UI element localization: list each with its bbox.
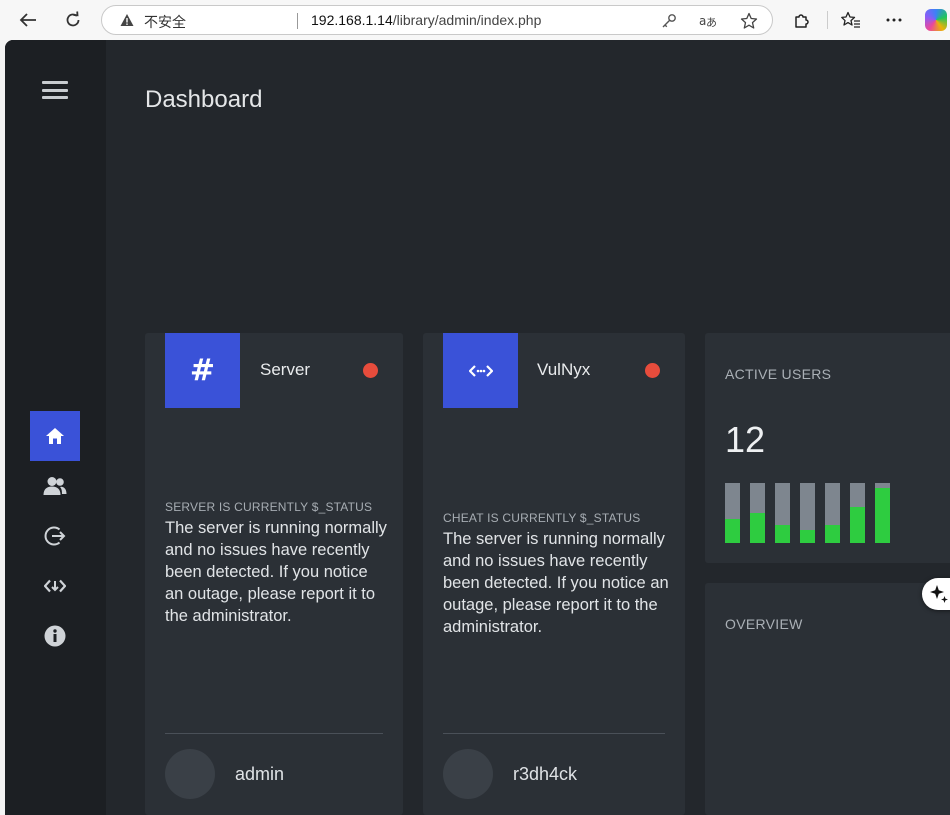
toolbar-divider bbox=[827, 11, 828, 29]
sidebar bbox=[5, 40, 106, 815]
warning-icon[interactable] bbox=[120, 13, 134, 27]
sidebar-item-users[interactable] bbox=[30, 461, 80, 511]
back-arrow-icon[interactable] bbox=[14, 6, 42, 34]
code-arrows-icon bbox=[443, 333, 518, 408]
card-status-caption: SERVER IS CURRENTLY $_STATUS bbox=[165, 500, 373, 514]
active-users-bar-chart bbox=[725, 483, 895, 543]
security-label[interactable]: 不安全 bbox=[144, 12, 186, 32]
activity-bar bbox=[875, 483, 890, 543]
card-divider bbox=[165, 733, 383, 734]
code-icon bbox=[44, 579, 66, 593]
page-title: Dashboard bbox=[145, 86, 263, 113]
activity-bar-fill bbox=[800, 530, 815, 543]
avatar bbox=[443, 749, 493, 799]
sparkle-icon bbox=[930, 585, 948, 603]
favorites-icon[interactable] bbox=[840, 9, 862, 31]
logout-icon bbox=[44, 526, 66, 546]
key-icon[interactable] bbox=[660, 12, 678, 30]
home-icon bbox=[46, 428, 64, 444]
active-users-card: ACTIVE USERS 12 bbox=[705, 333, 950, 563]
address-bar[interactable]: 不安全 192.168.1.14/library/admin/index.php… bbox=[101, 5, 773, 35]
server-card: # Server SERVER IS CURRENTLY $_STATUS Th… bbox=[145, 333, 403, 815]
activity-bar bbox=[725, 483, 740, 543]
card-title: VulNyx bbox=[537, 360, 591, 379]
url-host: 192.168.1.14 bbox=[311, 12, 393, 28]
sidebar-item-info[interactable] bbox=[30, 611, 80, 661]
sparkle-assistant-button[interactable] bbox=[922, 578, 950, 610]
browser-toolbar: 不安全 192.168.1.14/library/admin/index.php… bbox=[0, 0, 950, 40]
sidebar-item-logout[interactable] bbox=[30, 511, 80, 561]
activity-bar-fill bbox=[725, 519, 740, 543]
activity-bar-fill bbox=[750, 513, 765, 543]
avatar bbox=[165, 749, 215, 799]
card-divider bbox=[443, 733, 665, 734]
activity-bar-fill bbox=[875, 488, 890, 543]
activity-bar bbox=[825, 483, 840, 543]
sidebar-item-code[interactable] bbox=[30, 561, 80, 611]
activity-bar-fill bbox=[825, 525, 840, 543]
activity-bar bbox=[850, 483, 865, 543]
url-text[interactable]: 192.168.1.14/library/admin/index.php bbox=[311, 12, 541, 28]
extensions-icon[interactable] bbox=[791, 9, 813, 31]
card-description: The server is running normally and no is… bbox=[443, 530, 669, 636]
card-status-caption: CHEAT IS CURRENTLY $_STATUS bbox=[443, 511, 641, 525]
users-icon bbox=[43, 477, 67, 495]
vulnyx-card: VulNyx CHEAT IS CURRENTLY $_STATUS The s… bbox=[423, 333, 685, 815]
overview-title: OVERVIEW bbox=[725, 616, 803, 632]
active-users-title: ACTIVE USERS bbox=[725, 366, 832, 382]
activity-bar bbox=[750, 483, 765, 543]
favorite-star-icon[interactable] bbox=[740, 12, 758, 30]
svg-text:あ: あ bbox=[706, 16, 717, 29]
hash-icon-glyph: # bbox=[189, 353, 216, 388]
hash-icon: # bbox=[165, 333, 240, 408]
activity-bar bbox=[800, 483, 815, 543]
activity-bar-fill bbox=[775, 525, 790, 543]
copilot-icon[interactable] bbox=[925, 9, 947, 31]
hamburger-menu-icon[interactable] bbox=[42, 81, 68, 99]
activity-bar bbox=[775, 483, 790, 543]
status-dot bbox=[363, 363, 378, 378]
sidebar-item-home[interactable] bbox=[30, 411, 80, 461]
address-divider bbox=[297, 13, 298, 29]
reload-icon[interactable] bbox=[59, 6, 87, 34]
card-username: r3dh4ck bbox=[513, 764, 578, 784]
info-icon bbox=[44, 625, 66, 647]
card-description: The server is running normally and no is… bbox=[165, 519, 387, 625]
status-dot bbox=[645, 363, 660, 378]
card-username: admin bbox=[235, 764, 285, 784]
card-title: Server bbox=[260, 360, 311, 379]
active-users-count: 12 bbox=[725, 419, 766, 460]
activity-bar-fill bbox=[850, 507, 865, 543]
url-path: /library/admin/index.php bbox=[392, 12, 542, 28]
admin-app: Dashboard # Server SERVER IS CURRENTLY $… bbox=[5, 40, 950, 815]
more-options-icon[interactable] bbox=[883, 9, 905, 31]
overview-card: OVERVIEW bbox=[705, 583, 950, 815]
translate-icon[interactable]: aあ bbox=[699, 12, 717, 30]
